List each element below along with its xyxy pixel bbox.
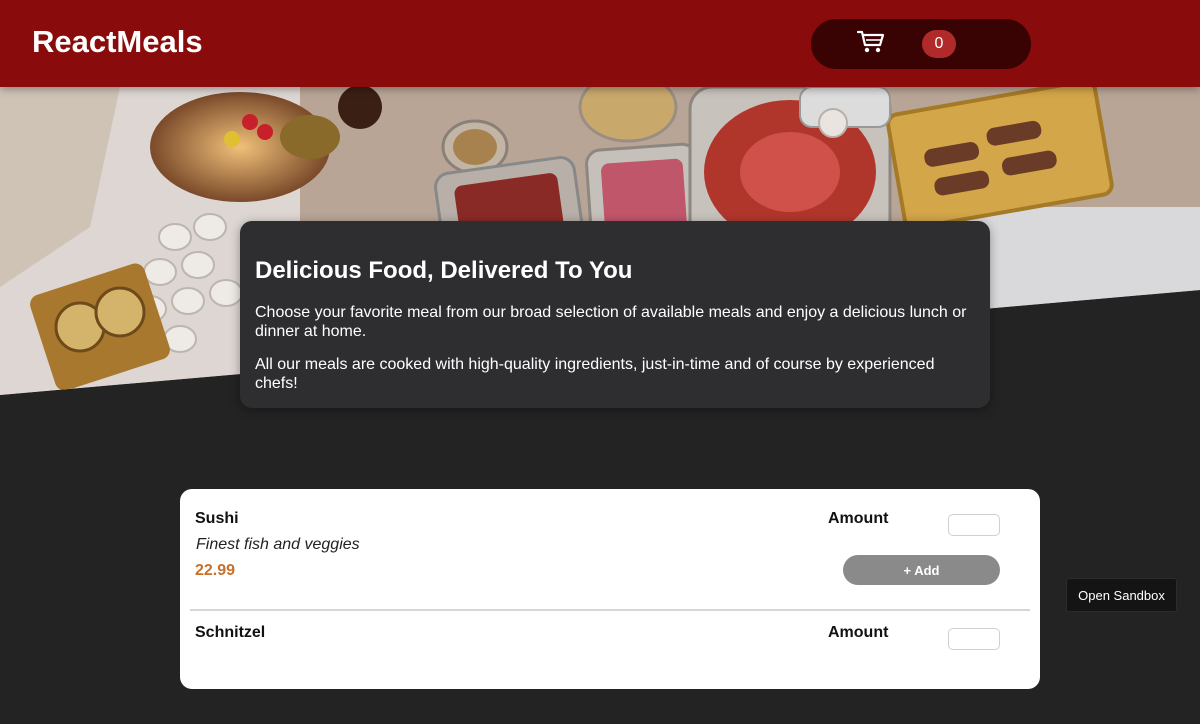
meals-summary: Delicious Food, Delivered To You Choose … bbox=[240, 221, 990, 408]
amount-input[interactable] bbox=[948, 628, 1000, 650]
meal-price: 22.99 bbox=[195, 562, 236, 579]
meal-description: Finest fish and veggies bbox=[196, 536, 360, 553]
meal-item: Schnitzel Amount bbox=[195, 603, 1025, 724]
summary-paragraph: All our meals are cooked with high-quali… bbox=[255, 356, 935, 392]
summary-paragraph: Choose your favorite meal from our broad… bbox=[255, 304, 967, 340]
summary-title: Delicious Food, Delivered To You bbox=[255, 257, 633, 284]
open-sandbox-button[interactable]: Open Sandbox bbox=[1066, 578, 1177, 612]
amount-label: Amount bbox=[828, 624, 889, 641]
meals-list: Sushi Finest fish and veggies 22.99 Amou… bbox=[180, 489, 1040, 689]
add-to-cart-button[interactable]: + Add bbox=[843, 555, 1000, 585]
cart-button[interactable]: 0 bbox=[811, 19, 1031, 69]
meal-name: Sushi bbox=[195, 510, 239, 527]
brand-title: ReactMeals bbox=[32, 24, 203, 59]
meal-item: Sushi Finest fish and veggies 22.99 Amou… bbox=[195, 489, 1025, 610]
cart-icon bbox=[857, 30, 885, 53]
amount-input[interactable] bbox=[948, 514, 1000, 536]
app-header: ReactMeals 0 bbox=[0, 0, 1200, 87]
amount-label: Amount bbox=[828, 510, 889, 527]
cart-count-badge: 0 bbox=[922, 30, 956, 58]
meal-name: Schnitzel bbox=[195, 624, 266, 641]
